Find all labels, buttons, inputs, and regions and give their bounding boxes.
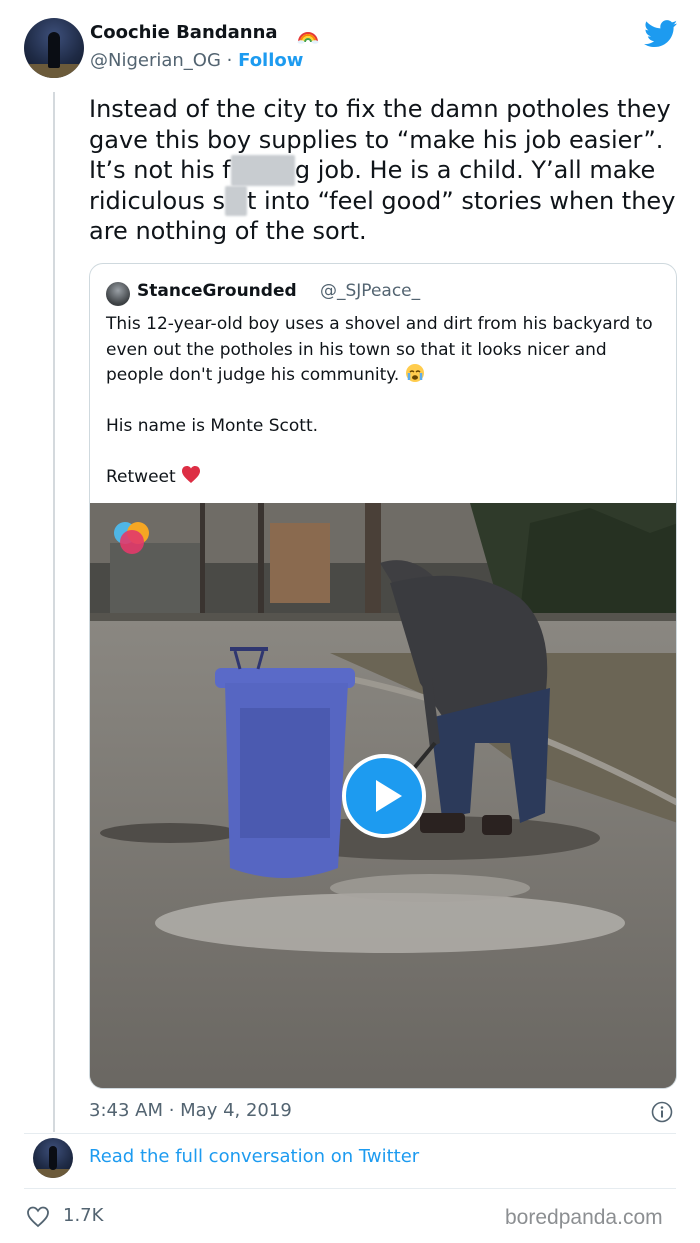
author-handle[interactable]: @Nigerian_OG [90,50,221,71]
crying-face-icon [405,364,424,382]
heart-outline-icon[interactable] [26,1206,50,1228]
read-conversation-link[interactable]: Read the full conversation on Twitter [89,1146,419,1167]
author-avatar[interactable] [24,18,84,78]
quoted-paragraph-2: His name is Monte Scott. [106,416,319,436]
quoted-paragraph-3: Retweet [106,467,176,487]
quoted-author-name[interactable]: StanceGrounded [137,281,297,301]
tweet-timestamp[interactable]: 3:43 AM · May 4, 2019 [89,1100,292,1121]
like-count[interactable]: 1.7K [63,1205,103,1226]
rainbow-icon [297,32,319,44]
censor-blur: hi [225,185,247,216]
follow-button[interactable]: Follow [238,50,303,71]
separator: · [226,50,233,71]
play-icon [376,780,402,812]
video-thumbnail[interactable] [90,503,676,1088]
quoted-paragraph-1: This 12-year-old boy uses a shovel and d… [106,314,653,385]
author-handle-row: @Nigerian_OG · Follow [90,50,303,71]
reply-avatar[interactable] [33,1138,73,1178]
watermark: boredpanda.com [505,1206,663,1229]
quoted-tweet-text: This 12-year-old boy uses a shovel and d… [106,312,662,516]
twitter-bird-icon[interactable] [644,20,678,48]
info-icon[interactable] [651,1101,673,1123]
quoted-tweet-card[interactable]: StanceGrounded @_SJPeace_ This 12-year-o… [89,263,677,1089]
quoted-author-avatar[interactable] [106,282,130,306]
thread-line [53,92,55,1132]
divider [24,1133,676,1134]
censor-blur: uckin [230,155,295,186]
tweet-text: Instead of the city to fix the damn poth… [89,94,679,247]
play-button[interactable] [342,754,426,838]
divider [24,1188,676,1189]
quoted-author-handle[interactable]: @_SJPeace_ [320,281,420,301]
red-heart-icon [182,466,201,483]
author-display-name[interactable]: Coochie Bandanna [90,22,278,43]
